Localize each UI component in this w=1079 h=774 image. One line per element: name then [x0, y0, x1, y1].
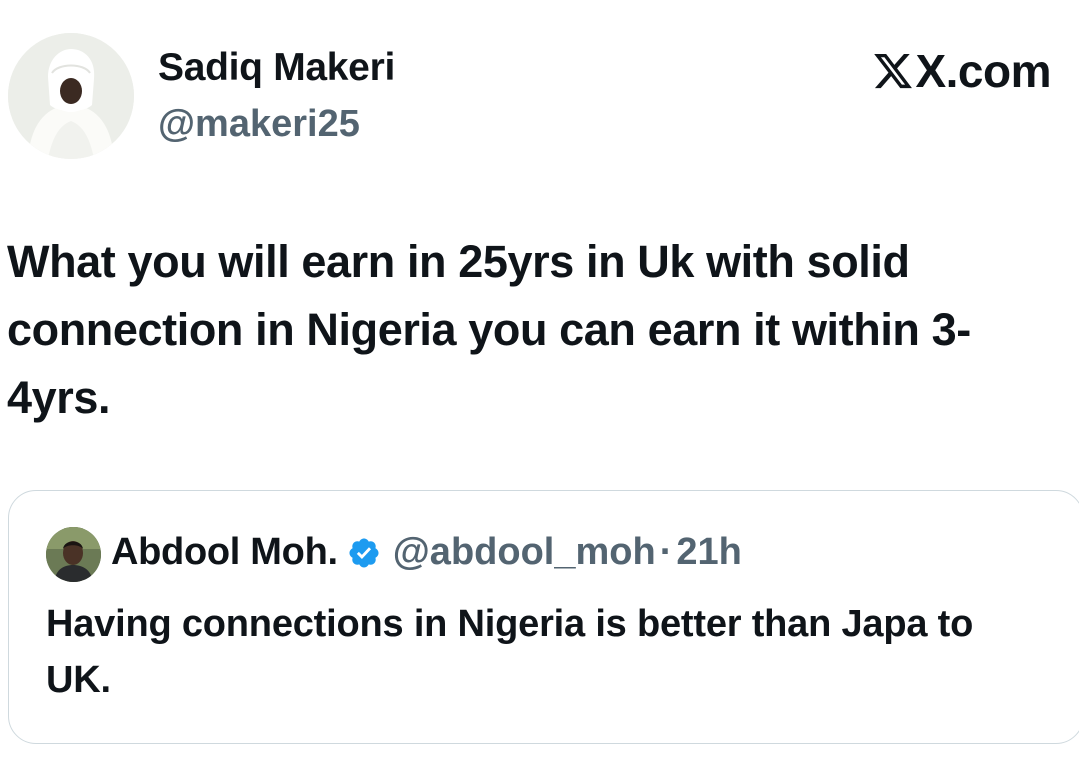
- quoted-post-text: Having connections in Nigeria is better …: [46, 603, 974, 701]
- quoted-post-timestamp[interactable]: 21h: [676, 531, 741, 574]
- brand-watermark: X.com: [872, 44, 1051, 98]
- verified-badge-icon: [349, 537, 379, 568]
- post-text: What you will earn in 25yrs in Uk with s…: [7, 236, 971, 423]
- author-avatar-image: [8, 33, 134, 159]
- quoted-author-avatar-image: [46, 527, 101, 582]
- x-logo-icon: [874, 53, 913, 89]
- quoted-author-avatar[interactable]: [46, 527, 101, 582]
- author-display-name[interactable]: Sadiq Makeri: [158, 46, 395, 90]
- quoted-author-handle[interactable]: @abdool_moh: [393, 531, 656, 574]
- quoted-post-header: Abdool Moh. @abdool_moh · 21h: [111, 531, 742, 574]
- quoted-author-display-name[interactable]: Abdool Moh.: [111, 531, 338, 574]
- author-avatar[interactable]: [8, 33, 134, 159]
- post-screenshot: Sadiq Makeri @makeri25 X.com What you wi…: [0, 0, 1079, 774]
- header-separator: ·: [659, 531, 673, 573]
- author-handle[interactable]: @makeri25: [158, 103, 360, 146]
- quoted-post-card[interactable]: Abdool Moh. @abdool_moh · 21h Having con…: [8, 490, 1079, 744]
- brand-text: X.com: [915, 45, 1051, 97]
